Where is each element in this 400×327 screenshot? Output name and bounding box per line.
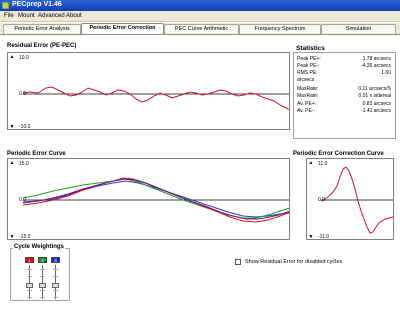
pe-series-purple [22, 178, 289, 220]
pec-curve-ymax: 11.0 [318, 161, 328, 167]
stat-row: MaxRate: 0.11 arcsecs/S [297, 86, 391, 92]
cycle-2-weight-slider[interactable] [39, 265, 46, 299]
stat-row: Peak PE+: 1.78 arcsecs [297, 56, 391, 62]
pe-curve-chart: 15.0 0.0 -15.0 ▲ ▼ [7, 158, 290, 240]
slider-thumb[interactable] [39, 283, 46, 288]
pec-curve-ymid: 0.0 [318, 197, 325, 203]
cycle-3-swatch[interactable]: 3 [51, 257, 60, 263]
residual-scale-down-icon[interactable]: ▼ [9, 124, 15, 129]
show-residual-checkbox[interactable] [235, 259, 241, 265]
cycle-3-weight-slider[interactable] [52, 265, 59, 299]
pe-curve-plot [22, 177, 289, 223]
residual-chart: 10.0 0.0 -10.0 ▲ ▼ [7, 52, 290, 130]
pec-curve-scale-up-icon[interactable]: ▲ [308, 160, 314, 166]
tab-simulation[interactable]: Simulation [321, 24, 396, 34]
stat-row: Peak PE-: -4.26 arcsecs [297, 63, 391, 69]
stat-row: MaxRate: 0.01 x sidereal [297, 93, 391, 99]
tab-periodic-error-analysis[interactable]: Periodic Error Analysis [3, 24, 81, 34]
cycle-weightings-title: Cycle Weightings [13, 244, 65, 250]
slider-thumb[interactable] [26, 283, 33, 288]
residual-ymid: 0.0 [19, 91, 26, 97]
menu-bar: File Mount Advanced About [0, 11, 400, 22]
pec-curve-scale-down-icon[interactable]: ▼ [308, 234, 314, 239]
residual-scale-up-icon[interactable]: ▲ [9, 54, 15, 60]
cycle-2-swatch[interactable]: 2 [38, 257, 47, 263]
residual-plot [22, 86, 289, 111]
cycle-1-weight-slider[interactable] [26, 265, 33, 299]
statistics-panel: Statistics Peak PE+: 1.78 arcsecs Peak PE… [293, 45, 396, 139]
pec-curve-title: Periodic Error Correction Curve [293, 151, 384, 157]
menu-mount[interactable]: Mount [18, 13, 35, 19]
pe-curve-ymax: 15.0 [19, 161, 29, 167]
tab-strip: Periodic Error Analysis Periodic Error C… [0, 23, 400, 35]
title-bar: PECprep V1.46 [0, 0, 400, 11]
residual-ymax: 10.0 [19, 55, 29, 61]
pe-curve-scale-up-icon[interactable]: ▲ [9, 160, 15, 166]
window-title: PECprep V1.46 [12, 1, 62, 8]
show-residual-label: Show Residual Error for disabled cycles [245, 259, 343, 265]
statistics-box: Peak PE+: 1.78 arcsecs Peak PE-: -4.26 arc… [293, 52, 396, 139]
stat-row: arcsecs [297, 77, 315, 83]
residual-line [22, 86, 289, 111]
tab-frequency-spectrum[interactable]: Frequency Spectrum [239, 24, 321, 34]
pec-curve-chart: 11.0 0.0 -11.0 ▲ ▼ [306, 158, 394, 240]
cycle-1-swatch[interactable]: 1 [25, 257, 34, 263]
residual-ymin: -10.0 [19, 124, 31, 130]
pec-curve-ymin: -11.0 [318, 234, 330, 240]
app-icon [2, 2, 9, 9]
stat-row: RMS PE: 1.60 [297, 70, 391, 76]
pe-series-blue [22, 180, 289, 218]
residual-title: Residual Error (PE-PEC) [7, 43, 77, 49]
pe-curve-ymin: -15.0 [19, 234, 31, 240]
statistics-title: Statistics [296, 45, 325, 52]
tab-pec-curve-arithmetic[interactable]: PEC Curve Arithmetic [164, 24, 239, 34]
stat-row: Av. PE+: 0.83 arcsecs [297, 101, 391, 107]
pe-series-green [22, 178, 289, 219]
menu-advanced[interactable]: Advanced [38, 13, 65, 19]
menu-about[interactable]: About [66, 13, 82, 19]
menu-file[interactable]: File [4, 13, 14, 19]
pe-curve-title: Periodic Error Curve [7, 151, 66, 157]
pe-curve-ymid: 0.0 [19, 197, 26, 203]
cycle-weightings-group: Cycle Weightings 1 2 3 [10, 244, 70, 301]
slider-thumb[interactable] [52, 283, 59, 288]
stat-row: Av. PE-: -1.41 arcsecs [297, 108, 391, 114]
pe-curve-scale-down-icon[interactable]: ▼ [9, 234, 15, 239]
